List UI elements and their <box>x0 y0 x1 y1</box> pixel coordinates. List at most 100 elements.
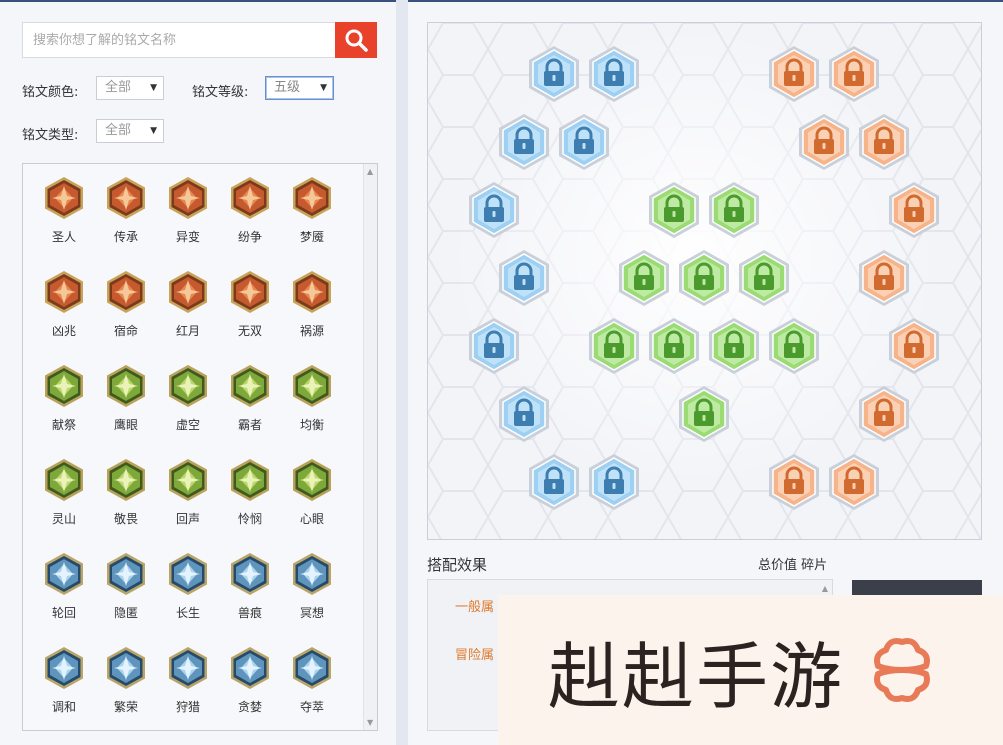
rune-name: 均衡 <box>299 418 324 432</box>
rune-item[interactable]: 隐匿 <box>101 552 151 621</box>
watermark-logo-icon <box>874 638 931 702</box>
rune-name: 轮回 <box>51 606 76 620</box>
rune-item[interactable]: 轮回 <box>39 552 89 621</box>
rune-slot-green[interactable] <box>678 249 730 307</box>
rune-item[interactable]: 传承 <box>101 176 151 245</box>
combo-effect-title: 搭配效果 <box>427 556 488 574</box>
rune-blue-icon <box>228 646 272 690</box>
watermark-banner: 赳赳手游 <box>498 595 1003 745</box>
rune-item[interactable]: 祸源 <box>287 270 337 339</box>
rune-slot-green[interactable] <box>618 249 670 307</box>
rune-item[interactable]: 怜悯 <box>225 458 275 527</box>
rune-item[interactable]: 繁荣 <box>101 646 151 715</box>
rune-slot-orange[interactable] <box>798 113 850 171</box>
rune-slot-green[interactable] <box>648 181 700 239</box>
rune-slot-green[interactable] <box>708 181 760 239</box>
watermark-text: 赳赳手游 <box>548 634 845 719</box>
rune-slot-board <box>427 22 982 540</box>
rune-item[interactable]: 夺萃 <box>287 646 337 715</box>
lock-icon <box>858 386 910 447</box>
rune-item[interactable]: 凶兆 <box>39 270 89 339</box>
rune-slot-blue[interactable] <box>498 113 550 171</box>
rune-item[interactable]: 异变 <box>163 176 213 245</box>
type-filter-label: 铭文类型: <box>22 128 79 143</box>
rune-slot-blue[interactable] <box>528 453 580 511</box>
rune-slot-green[interactable] <box>738 249 790 307</box>
rune-name: 狩猎 <box>175 700 200 714</box>
rune-slot-orange[interactable] <box>858 249 910 307</box>
rune-item[interactable]: 梦魇 <box>287 176 337 245</box>
rune-item[interactable]: 虚空 <box>163 364 213 433</box>
rune-slot-orange[interactable] <box>858 113 910 171</box>
rune-slot-blue[interactable] <box>528 45 580 103</box>
rune-item[interactable]: 无双 <box>225 270 275 339</box>
rune-red-icon <box>42 270 86 314</box>
rune-item[interactable]: 均衡 <box>287 364 337 433</box>
color-filter-select[interactable]: 全部 ▼ <box>96 76 164 100</box>
rune-slot-orange[interactable] <box>888 317 940 375</box>
rune-item[interactable]: 纷争 <box>225 176 275 245</box>
chevron-down-icon: ▼ <box>150 126 157 136</box>
rune-slot-blue[interactable] <box>498 249 550 307</box>
rune-slot-orange[interactable] <box>768 453 820 511</box>
rune-name: 回声 <box>175 512 200 526</box>
rune-item[interactable]: 长生 <box>163 552 213 621</box>
level-filter-select[interactable]: 五级 ▼ <box>265 76 334 100</box>
scroll-up-icon[interactable]: ▲ <box>822 584 828 593</box>
rune-slot-orange[interactable] <box>828 45 880 103</box>
lock-icon <box>528 454 580 515</box>
lock-icon <box>738 250 790 311</box>
rune-slot-green[interactable] <box>588 317 640 375</box>
rune-slot-orange[interactable] <box>828 453 880 511</box>
rune-name: 无双 <box>237 324 262 338</box>
rune-slot-green[interactable] <box>708 317 760 375</box>
rune-slot-orange[interactable] <box>888 181 940 239</box>
rune-blue-icon <box>290 646 334 690</box>
lock-icon <box>498 386 550 447</box>
rune-slot-blue[interactable] <box>588 45 640 103</box>
rune-item[interactable]: 献祭 <box>39 364 89 433</box>
search-input[interactable] <box>23 23 337 57</box>
rune-blue-icon <box>42 646 86 690</box>
rune-name: 心眼 <box>299 512 324 526</box>
rune-item[interactable]: 敬畏 <box>101 458 151 527</box>
lock-icon <box>858 114 910 175</box>
lock-icon <box>828 454 880 515</box>
rune-slot-green[interactable] <box>768 317 820 375</box>
rune-item[interactable]: 鹰眼 <box>101 364 151 433</box>
rune-grid-scrollbar[interactable]: ▲ ▼ <box>363 164 377 730</box>
rune-item[interactable]: 霸者 <box>225 364 275 433</box>
rune-slot-orange[interactable] <box>858 385 910 443</box>
rune-slot-blue[interactable] <box>498 385 550 443</box>
search-button[interactable] <box>335 22 377 58</box>
rune-item[interactable]: 冥想 <box>287 552 337 621</box>
rune-slot-blue[interactable] <box>558 113 610 171</box>
rune-item[interactable]: 狩猎 <box>163 646 213 715</box>
scroll-down-icon[interactable]: ▼ <box>367 718 373 727</box>
rune-name: 祸源 <box>299 324 324 338</box>
rune-grid: 圣人 传承 异变 纷争 梦魇 凶兆 宿命 红月 无双 祸源 献祭 鹰眼 虚空 霸… <box>22 163 378 731</box>
rune-slot-green[interactable] <box>648 317 700 375</box>
rune-item[interactable]: 心眼 <box>287 458 337 527</box>
rune-item[interactable]: 回声 <box>163 458 213 527</box>
rune-name: 隐匿 <box>113 606 138 620</box>
rune-item[interactable]: 圣人 <box>39 176 89 245</box>
rune-item[interactable]: 宿命 <box>101 270 151 339</box>
lock-icon <box>648 318 700 379</box>
rune-item[interactable]: 灵山 <box>39 458 89 527</box>
rune-item[interactable]: 兽痕 <box>225 552 275 621</box>
chevron-down-icon: ▼ <box>320 83 327 93</box>
rune-slot-blue[interactable] <box>588 453 640 511</box>
type-filter-select[interactable]: 全部 ▼ <box>96 119 164 143</box>
lock-icon <box>768 318 820 379</box>
scroll-up-icon[interactable]: ▲ <box>367 167 373 176</box>
lock-icon <box>588 318 640 379</box>
rune-item[interactable]: 红月 <box>163 270 213 339</box>
rune-slot-blue[interactable] <box>468 317 520 375</box>
rune-slot-orange[interactable] <box>768 45 820 103</box>
rune-slot-blue[interactable] <box>468 181 520 239</box>
rune-item[interactable]: 贪婪 <box>225 646 275 715</box>
rune-slot-green[interactable] <box>678 385 730 443</box>
rune-blue-icon <box>166 552 210 596</box>
rune-item[interactable]: 调和 <box>39 646 89 715</box>
